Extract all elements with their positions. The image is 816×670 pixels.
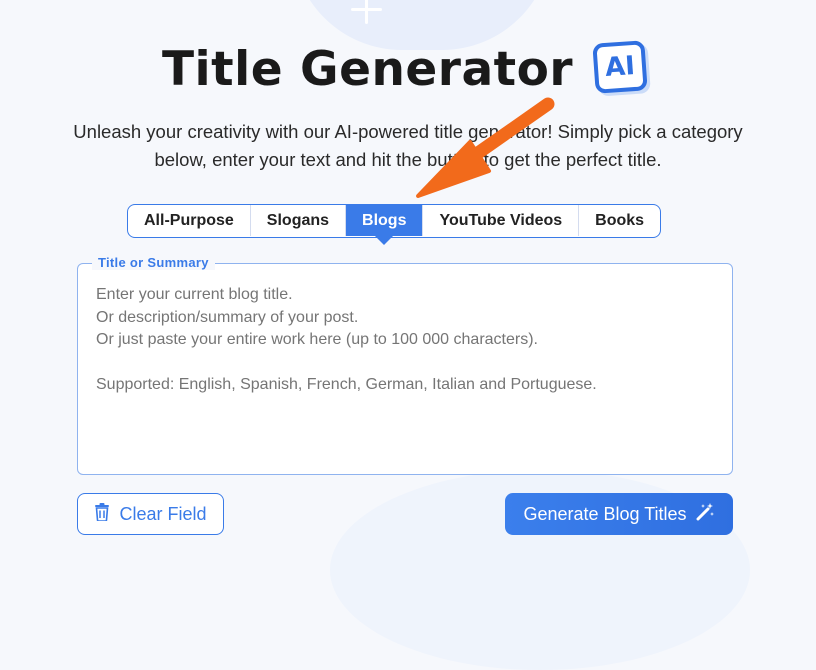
generate-label: Generate Blog Titles (523, 503, 687, 524)
trash-icon (94, 502, 110, 526)
field-legend: Title or Summary (92, 255, 215, 270)
tab-youtube-videos[interactable]: YouTube Videos (423, 205, 580, 236)
title-summary-fieldset: Title or Summary (77, 255, 733, 475)
page-subtitle: Unleash your creativity with our AI-powe… (73, 121, 743, 170)
page-title: Title Generator (162, 42, 574, 97)
generate-blog-titles-button[interactable]: Generate Blog Titles (505, 493, 733, 535)
ai-badge: AI (592, 40, 648, 94)
tab-slogans[interactable]: Slogans (251, 205, 347, 236)
clear-field-button[interactable]: Clear Field (77, 493, 224, 535)
magic-wand-icon (695, 502, 715, 527)
summary-textarea[interactable] (94, 282, 718, 466)
tab-blogs[interactable]: Blogs (346, 205, 424, 245)
tab-books[interactable]: Books (579, 205, 660, 236)
category-tabs: All-Purpose Slogans Blogs YouTube Videos… (127, 204, 662, 245)
tab-all-purpose[interactable]: All-Purpose (128, 205, 251, 236)
plus-decoration-icon (348, 0, 384, 30)
header: Title Generator AI (0, 36, 816, 106)
clear-field-label: Clear Field (119, 503, 207, 524)
